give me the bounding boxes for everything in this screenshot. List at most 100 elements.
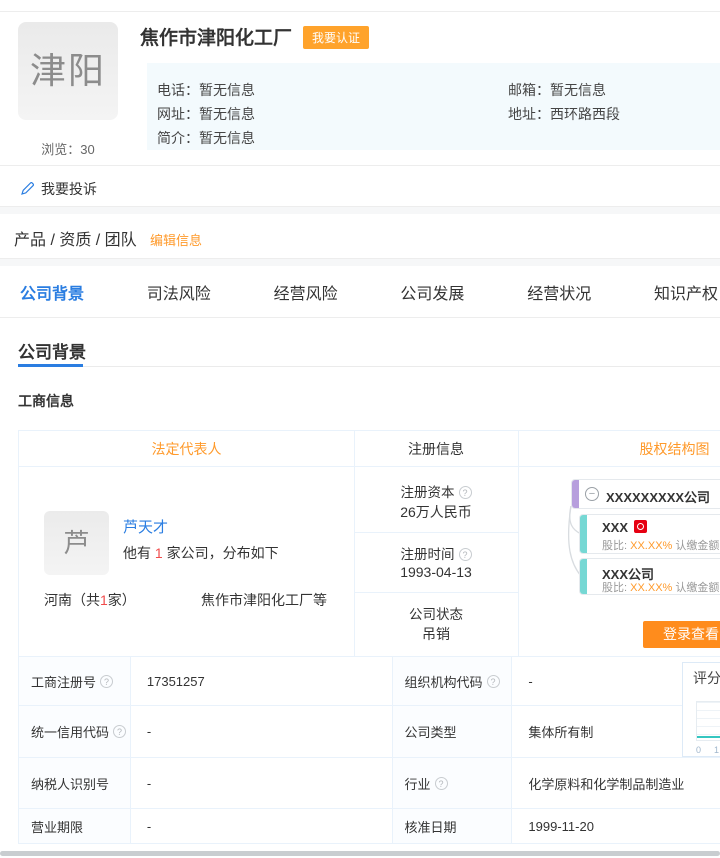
score-title: 评分 — [693, 668, 720, 688]
region-suffix: 家） — [108, 592, 136, 608]
complaint-label: 我要投诉 — [41, 181, 97, 197]
edit-info-link[interactable]: 编辑信息 — [150, 230, 202, 249]
label-text: 注册时间 — [401, 547, 455, 562]
detail-value: - — [131, 758, 393, 808]
ratio-value: XX.XX% — [630, 582, 672, 594]
intro-label: 简介： — [157, 130, 199, 146]
address-label: 地址： — [508, 106, 550, 122]
detail-label: 工商注册号? — [19, 657, 131, 705]
page-title: 焦作市津阳化工厂 — [140, 23, 292, 50]
summary-count: 1 — [155, 545, 163, 561]
child-node-bar — [580, 559, 587, 594]
root-node-bar — [572, 480, 579, 508]
section-title: 公司背景 — [18, 338, 86, 363]
table-row: 工商注册号? 17351257 组织机构代码? - — [19, 657, 720, 706]
website-row: 网址：暂无信息 — [157, 104, 255, 124]
header-registration: 注册信息 — [354, 431, 518, 467]
complaint-link[interactable]: 我要投诉 — [20, 179, 97, 199]
detail-label: 核准日期 — [393, 809, 513, 843]
equity-child-node[interactable]: XXX 股比: XX.XX% 认缴金额: XX — [579, 514, 720, 554]
score-chart-line — [697, 736, 720, 738]
pen-icon — [20, 181, 35, 196]
detail-value: - — [131, 809, 393, 843]
table-row: 统一信用代码? - 公司类型 集体所有制 — [19, 706, 720, 758]
certify-badge-button[interactable]: 我要认证 — [303, 26, 369, 49]
detail-value: 化学原料和化学制品制造业 — [512, 758, 720, 808]
equity-root-node[interactable]: − XXXXXXXXX公司 — [571, 479, 720, 509]
tab-bar: 公司背景 司法风险 经营风险 公司发展 经营状况 知识产权 — [20, 266, 718, 317]
intro-value: 暂无信息 — [199, 130, 255, 146]
detail-label: 纳税人识别号 — [19, 758, 131, 808]
score-axis-tick: 0 — [696, 745, 701, 755]
product-bar-title: 产品 / 资质 / 团队 — [14, 226, 137, 250]
login-to-view-button[interactable]: 登录查看 — [643, 621, 720, 648]
help-icon[interactable]: ? — [487, 675, 500, 688]
horizontal-scrollbar[interactable] — [0, 851, 720, 856]
intro-row: 简介：暂无信息 — [157, 128, 255, 148]
top-divider — [0, 11, 720, 12]
phone-value: 暂无信息 — [199, 82, 255, 98]
company-profile-page: 津阳 浏览：30 焦作市津阳化工厂 我要认证 电话：暂无信息 网址：暂无信息 简… — [0, 0, 720, 858]
help-icon[interactable]: ? — [100, 675, 113, 688]
score-axis-tick: 1 — [714, 745, 719, 755]
ratio-value: XX.XX% — [630, 540, 672, 552]
region-count: 1 — [100, 592, 108, 608]
tab-company-background[interactable]: 公司背景 — [20, 280, 84, 304]
reg-date-label: 注册时间? — [354, 543, 518, 563]
label-text: 行业 — [405, 774, 431, 793]
equity-child-node[interactable]: XXX公司 股比: XX.XX% 认缴金额: XX — [579, 558, 720, 595]
section-gap — [0, 259, 720, 266]
region-prefix: 河南（共 — [44, 592, 100, 608]
child-node-bar — [580, 515, 587, 553]
section-underline — [18, 366, 720, 367]
detail-value: 17351257 — [131, 657, 393, 705]
tabbar-bottom-border — [0, 317, 720, 318]
legal-rep-company-ref[interactable]: 焦作市津阳化工厂等 — [201, 590, 327, 610]
legal-rep-avatar: 芦 — [44, 511, 109, 575]
email-value: 暂无信息 — [550, 82, 606, 98]
help-icon[interactable]: ? — [459, 486, 472, 499]
detail-label: 营业期限 — [19, 809, 131, 843]
address-value: 西环路西段 — [550, 106, 620, 122]
table-hline — [354, 532, 518, 533]
label-text: 统一信用代码 — [31, 722, 109, 741]
business-info-table: 法定代表人 注册信息 股权结构图 芦 芦天才 他有 1 家公司，分布如下 河南（… — [18, 430, 720, 656]
website-label: 网址： — [157, 106, 199, 122]
label-text: 营业期限 — [31, 817, 83, 836]
legal-rep-name-link[interactable]: 芦天才 — [123, 516, 168, 537]
collapse-minus-icon[interactable]: − — [585, 487, 599, 501]
reg-capital-value: 26万人民币 — [354, 502, 518, 522]
registration-detail-table: 工商注册号? 17351257 组织机构代码? - 统一信用代码? - 公司类型… — [18, 656, 720, 844]
tab-intellectual-property[interactable]: 知识产权 — [654, 280, 718, 304]
child-node-detail: 股比: XX.XX% 认缴金额: XX — [602, 579, 720, 595]
detail-value: 1999-11-20 — [512, 809, 720, 843]
reg-status-value: 吊销 — [354, 624, 518, 644]
amount-label: 认缴金额: — [672, 582, 720, 594]
help-icon[interactable]: ? — [459, 548, 472, 561]
help-icon[interactable]: ? — [113, 725, 126, 738]
tab-company-development[interactable]: 公司发展 — [400, 280, 464, 304]
reg-capital-label: 注册资本? — [354, 481, 518, 501]
view-count: 浏览：30 — [18, 139, 118, 158]
divider — [0, 165, 720, 166]
label-text: 工商注册号 — [31, 672, 96, 691]
address-row: 地址：西环路西段 — [508, 104, 620, 124]
tab-operating-risk[interactable]: 经营风险 — [274, 280, 338, 304]
reg-date-value: 1993-04-13 — [354, 564, 518, 580]
label-text: 注册资本 — [401, 485, 455, 500]
tab-operating-status[interactable]: 经营状况 — [527, 280, 591, 304]
detail-label: 公司类型 — [393, 706, 513, 757]
email-row: 邮箱：暂无信息 — [508, 80, 606, 100]
detail-label: 组织机构代码? — [393, 657, 513, 705]
tab-judicial-risk[interactable]: 司法风险 — [147, 280, 211, 304]
label-text: 核准日期 — [405, 817, 457, 836]
score-panel: 评分 0 1 — [682, 662, 720, 757]
company-logo: 津阳 — [18, 22, 118, 120]
header-legal-rep: 法定代表人 — [19, 431, 354, 467]
contact-info-box: 电话：暂无信息 网址：暂无信息 简介：暂无信息 邮箱：暂无信息 地址：西环路西段 — [147, 63, 720, 150]
reg-status-label: 公司状态 — [354, 603, 518, 623]
root-node-name: XXXXXXXXX公司 — [606, 487, 710, 506]
help-icon[interactable]: ? — [435, 777, 448, 790]
table-row: 营业期限 - 核准日期 1999-11-20 — [19, 809, 720, 844]
phone-label: 电话： — [157, 82, 199, 98]
